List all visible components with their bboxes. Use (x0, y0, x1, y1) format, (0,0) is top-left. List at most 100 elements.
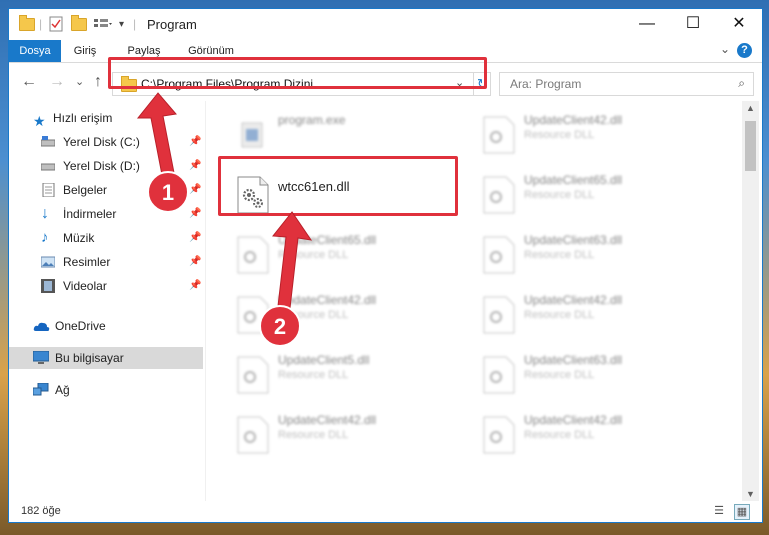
file-type: Resource DLL (278, 429, 349, 441)
sidebar-item-documents[interactable]: Belgeler 📌 (9, 179, 203, 201)
sidebar-item-downloads[interactable]: ↓ İndirmeler 📌 (9, 203, 203, 225)
dll-gear-icon (483, 416, 515, 454)
sidebar-item-label: Belgeler (63, 183, 108, 197)
videos-icon (41, 279, 55, 293)
recent-locations-button[interactable]: ⌄ (75, 75, 84, 88)
pin-icon[interactable]: 📌 (189, 179, 201, 201)
search-input[interactable]: Ara: Program ⌕ (499, 72, 754, 96)
customize-toolbar-icon[interactable]: ▾ (119, 14, 124, 34)
refresh-button[interactable]: ↻ (473, 73, 491, 95)
sidebar-item-quick-access[interactable]: ★ Hızlı erişim (9, 107, 203, 129)
computer-icon (33, 351, 49, 364)
sidebar-item-pictures[interactable]: Resimler 📌 (9, 251, 203, 273)
file-item[interactable]: program.exe (230, 111, 460, 159)
window-title: Program (147, 17, 197, 32)
minimize-button[interactable]: — (624, 9, 670, 39)
file-type: Resource DLL (278, 249, 349, 261)
sidebar-item-this-pc[interactable]: Bu bilgisayar (9, 347, 203, 369)
documents-icon (42, 183, 55, 197)
file-item[interactable]: UpdateClient63.dll Resource DLL (476, 351, 706, 399)
file-item[interactable]: UpdateClient65.dll Resource DLL (476, 171, 706, 219)
exe-icon (241, 122, 263, 148)
forward-button[interactable]: → (49, 73, 65, 91)
sidebar-item-label: Bu bilgisayar (55, 351, 124, 365)
pin-icon[interactable]: 📌 (189, 275, 201, 297)
music-icon: ♪ (41, 229, 49, 246)
close-button[interactable]: ✕ (716, 9, 762, 39)
file-item[interactable]: UpdateClient42.dll Resource DLL (476, 291, 706, 339)
scroll-up-icon[interactable]: ▲ (746, 103, 755, 113)
pin-icon[interactable]: 📌 (189, 155, 201, 177)
sidebar-item-label: Resimler (63, 255, 111, 269)
navigation-pane: ★ Hızlı erişim Yerel Disk (C:) 📌 Yerel D… (9, 101, 203, 501)
help-icon[interactable]: ? (737, 43, 752, 58)
file-highlight (218, 156, 458, 216)
maximize-button[interactable]: ☐ (670, 9, 716, 39)
sidebar-item-network[interactable]: Ağ (9, 379, 203, 401)
file-name: UpdateClient5.dll (278, 353, 370, 367)
status-bar: 182 öğe ☰ ▦ (9, 501, 762, 522)
pin-icon[interactable]: 📌 (189, 131, 201, 153)
file-item[interactable]: UpdateClient42.dll Resource DLL (230, 411, 460, 459)
tiles-view-icon[interactable]: ▦ (734, 504, 750, 520)
pin-icon[interactable]: 📌 (189, 203, 201, 225)
tab-paylas[interactable]: Paylaş (119, 40, 169, 62)
file-name: UpdateClient42.dll (524, 293, 623, 307)
chevron-down-icon[interactable]: ⌄ (455, 76, 464, 89)
file-item[interactable]: UpdateClient42.dll Resource DLL (230, 291, 460, 339)
sidebar-item-disk-d[interactable]: Yerel Disk (D:) 📌 (9, 155, 203, 177)
sidebar-item-disk-c[interactable]: Yerel Disk (C:) 📌 (9, 131, 203, 153)
tab-gorunum[interactable]: Görünüm (181, 40, 241, 62)
dll-gear-icon (483, 296, 515, 334)
back-button[interactable]: ← (21, 73, 37, 91)
file-item[interactable]: UpdateClient42.dll Resource DLL (476, 111, 706, 159)
properties-icon[interactable] (49, 14, 63, 34)
file-name: UpdateClient65.dll (524, 173, 623, 187)
file-name: UpdateClient63.dll (524, 233, 623, 247)
view-options-icon[interactable] (93, 14, 113, 34)
tab-giris[interactable]: Giriş (65, 40, 105, 62)
file-name: UpdateClient42.dll (278, 293, 377, 307)
navigation-bar: ← → ⌄ ↑ C:\Program Files\Program Dizini … (9, 63, 762, 101)
file-name: UpdateClient42.dll (524, 413, 623, 427)
dll-gear-icon (237, 356, 269, 394)
item-count: 182 öğe (21, 505, 61, 517)
pin-icon[interactable]: 📌 (189, 227, 201, 249)
file-name: UpdateClient42.dll (524, 113, 623, 127)
file-type: Resource DLL (524, 129, 595, 141)
dll-gear-icon (483, 236, 515, 274)
sidebar-item-label: Müzik (63, 231, 95, 245)
ribbon-tabs: Dosya Giriş Paylaş Görünüm ⌄ ? (9, 40, 762, 62)
dll-gear-icon (237, 236, 269, 274)
address-bar[interactable]: C:\Program Files\Program Dizini ⌄ ↻ (112, 72, 491, 96)
up-button[interactable]: ↑ (94, 73, 102, 91)
file-type: Resource DLL (524, 309, 595, 321)
drive-icon (41, 136, 55, 147)
vertical-scrollbar[interactable]: ▲ ▼ (742, 101, 759, 501)
folder-icon (19, 14, 35, 34)
file-type: Resource DLL (278, 369, 349, 381)
file-item[interactable]: UpdateClient63.dll Resource DLL (476, 231, 706, 279)
address-path: C:\Program Files\Program Dizini (141, 77, 314, 91)
explorer-window: | ▾ | Program — ☐ ✕ Dosya Giriş Paylaş G… (8, 8, 763, 523)
sidebar-item-videos[interactable]: Videolar 📌 (9, 275, 203, 297)
chevron-down-icon[interactable]: ⌄ (720, 42, 730, 56)
file-name: UpdateClient42.dll (278, 413, 377, 427)
search-icon: ⌕ (738, 76, 745, 90)
scroll-thumb[interactable] (745, 121, 756, 171)
sidebar-item-music[interactable]: ♪ Müzik 📌 (9, 227, 203, 249)
new-folder-icon[interactable] (71, 14, 87, 34)
sidebar-item-onedrive[interactable]: OneDrive (9, 315, 203, 337)
details-view-icon[interactable]: ☰ (712, 504, 726, 518)
tab-dosya[interactable]: Dosya (9, 40, 61, 62)
cloud-icon (33, 322, 50, 331)
pin-icon[interactable]: 📌 (189, 251, 201, 273)
file-type: Resource DLL (524, 249, 595, 261)
qa-separator-2: | (133, 17, 137, 31)
file-item[interactable]: UpdateClient5.dll Resource DLL (230, 351, 460, 399)
pictures-icon (41, 256, 55, 268)
file-item[interactable]: UpdateClient42.dll Resource DLL (476, 411, 706, 459)
scroll-down-icon[interactable]: ▼ (746, 489, 755, 499)
file-item[interactable]: UpdateClient65.dll Resource DLL (230, 231, 460, 279)
star-icon: ★ (33, 113, 46, 129)
